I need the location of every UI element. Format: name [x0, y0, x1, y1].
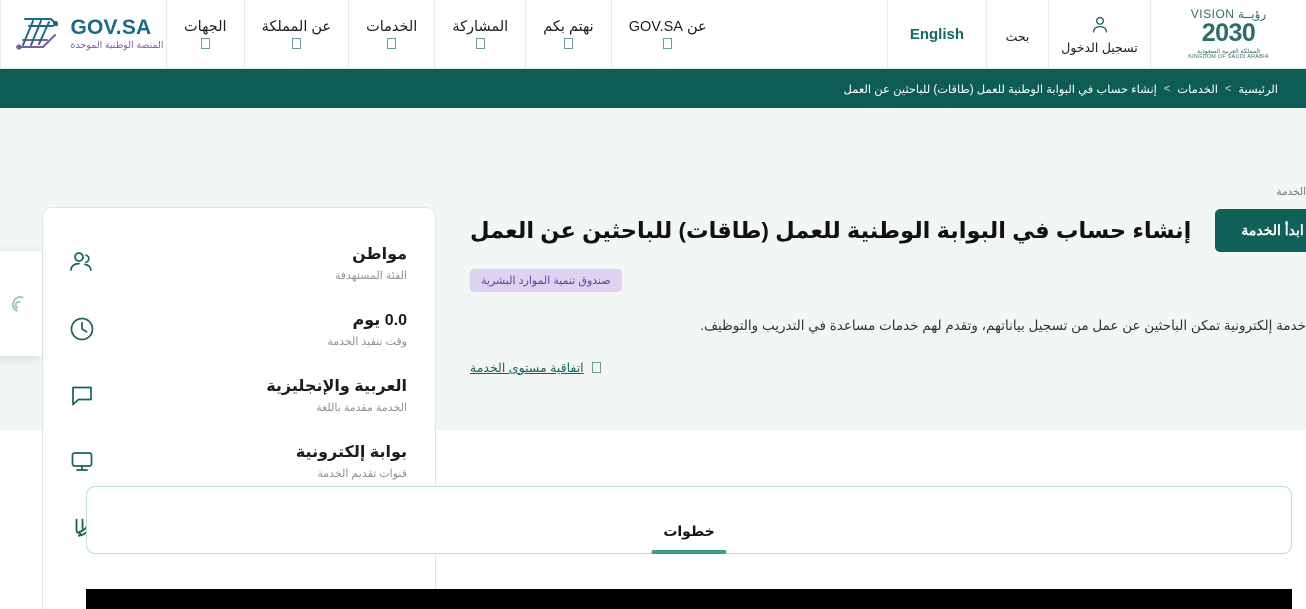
search-label: بحث: [1005, 29, 1030, 44]
info-row-target-audience: مواطن الفئة المستهدفة: [65, 230, 407, 296]
info-value: مواطن: [352, 246, 407, 264]
govsa-tagline: المنصة الوطنية الموحدة: [70, 40, 164, 52]
service-title-row: إنشاء حساب في البوابة الوطنية للعمل (طاق…: [470, 209, 1306, 252]
start-service-button[interactable]: ابدأ الخدمة: [1215, 209, 1306, 252]
breadcrumb: الرئيسية > الخدمات > إنشاء حساب في البوا…: [844, 82, 1279, 96]
tabs-card: خطوات: [86, 486, 1292, 554]
user-icon: [1092, 16, 1107, 33]
vision-2030-logo[interactable]: رؤيــة VISION 2030 المملكة العربية السعو…: [1150, 0, 1306, 68]
nav-item-entities[interactable]: الجهات: [166, 0, 244, 68]
sla-link[interactable]: اتفاقية مستوى الخدمة: [470, 360, 584, 375]
breadcrumb-separator: >: [1163, 82, 1171, 95]
site-header: GOV.SA المنصة الوطنية الموحدة الجهات عن …: [0, 0, 1306, 69]
info-label: الخدمة مقدمة باللغة: [316, 401, 407, 414]
tab-steps[interactable]: خطوات: [633, 523, 744, 554]
phone-icon: [12, 295, 24, 312]
language-switcher[interactable]: English: [886, 0, 986, 68]
govsa-wordmark: GOV.SA: [70, 16, 152, 40]
content-area: مواطن الفئة المستهدفة 0.0 يوم وقت تنفيذ …: [0, 108, 1306, 609]
breadcrumb-item-current: إنشاء حساب في البوابة الوطنية للعمل (طاق…: [843, 83, 1157, 96]
info-value: 0.0 يوم: [352, 312, 407, 330]
chevron-down-icon: [475, 38, 485, 49]
nav-item-participation[interactable]: المشاركة: [434, 0, 525, 68]
info-label: الفئة المستهدفة: [334, 269, 407, 282]
nav-item-about-govsa[interactable]: عن GOV.SA: [610, 0, 724, 68]
govsa-mark-icon: [16, 17, 59, 50]
vision-logo-line4: KINGDOM OF SAUDI ARABIA: [1188, 53, 1269, 60]
govsa-logo[interactable]: GOV.SA المنصة الوطنية الموحدة: [0, 0, 166, 68]
chevron-down-icon: [291, 38, 301, 49]
breadcrumb-item-home[interactable]: الرئيسية: [1238, 82, 1278, 96]
nav-item-about-kingdom[interactable]: عن المملكة: [243, 0, 349, 68]
language-label: English: [909, 25, 964, 43]
nav-label: عن GOV.SA: [628, 19, 707, 35]
tab-label: خطوات: [663, 523, 715, 539]
page-body: مواطن الفئة المستهدفة 0.0 يوم وقت تنفيذ …: [0, 108, 1306, 609]
status-badge: صندوق تنمية الموارد البشرية: [470, 269, 622, 292]
service-description: خدمة إلكترونية تمكن الباحثين عن عمل من ت…: [700, 318, 1306, 333]
info-value: العربية والإنجليزية: [266, 378, 407, 396]
info-row-execution-time: 0.0 يوم وقت تنفيذ الخدمة: [65, 296, 407, 362]
agency-badge-row: صندوق تنمية الموارد البشرية: [470, 269, 1306, 292]
page-title: إنشاء حساب في البوابة الوطنية للعمل (طاق…: [470, 217, 1192, 243]
info-row-language: العربية والإنجليزية الخدمة مقدمة باللغة: [65, 362, 407, 428]
nav-label: عن المملكة: [261, 19, 332, 35]
info-value: بوابة إلكترونية: [295, 444, 407, 462]
chevron-down-icon: [563, 38, 573, 49]
nav-item-we-care[interactable]: نهتم بكم: [525, 0, 610, 68]
media-player[interactable]: [86, 589, 1292, 609]
chevron-down-icon: [663, 38, 673, 49]
monitor-icon: [65, 444, 99, 478]
info-label: وقت تنفيذ الخدمة: [327, 335, 407, 348]
nav-label: نهتم بكم: [543, 19, 594, 35]
info-label: قنوات تقديم الخدمة: [317, 467, 407, 480]
vision-logo-year: 2030: [1201, 18, 1256, 47]
chevron-down-icon: [200, 38, 210, 49]
service-kicker: الخدمة: [1276, 186, 1306, 198]
external-link-icon: [591, 361, 601, 373]
breadcrumb-bar: الرئيسية > الخدمات > إنشاء حساب في البوا…: [0, 69, 1306, 108]
search-button[interactable]: بحث: [986, 0, 1048, 68]
info-row-channels: بوابة إلكترونية قنوات تقديم الخدمة: [65, 428, 407, 494]
nav-item-services[interactable]: الخدمات: [348, 0, 434, 68]
nav-label: المشاركة: [452, 19, 509, 35]
sla-row: اتفاقية مستوى الخدمة: [470, 360, 1306, 375]
login-button[interactable]: تسجيل الدخول: [1048, 0, 1150, 68]
chat-bubble-icon: [65, 378, 99, 412]
chevron-down-icon: [387, 38, 397, 49]
users-icon: [65, 246, 99, 280]
nav-label: الجهات: [184, 19, 227, 35]
breadcrumb-item-services[interactable]: الخدمات: [1177, 82, 1218, 96]
clock-icon: [65, 312, 99, 346]
nav-label: الخدمات: [366, 19, 418, 35]
floating-contact-panel[interactable]: [0, 251, 42, 356]
tab-active-indicator: [651, 550, 727, 554]
breadcrumb-separator: >: [1224, 82, 1232, 95]
header-spacer: [724, 0, 887, 68]
login-label: تسجيل الدخول: [1061, 40, 1138, 55]
